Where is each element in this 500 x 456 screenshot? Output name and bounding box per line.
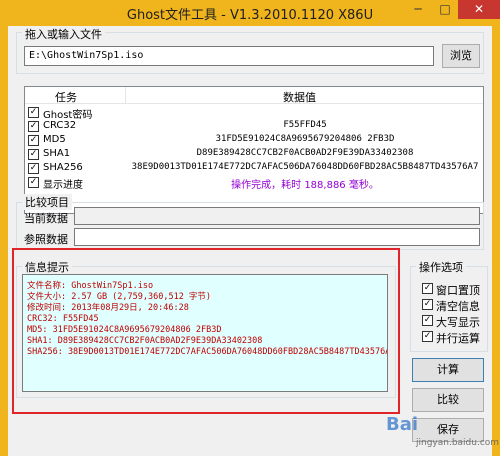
row-value: 31FD5E91024C8A9695679204806 2FB3D bbox=[215, 134, 395, 144]
option-checkbox[interactable]: ✓ bbox=[422, 283, 433, 294]
maximize-button[interactable]: □ bbox=[432, 0, 458, 19]
row-name: MD5 bbox=[43, 134, 66, 145]
row-name: CRC32 bbox=[43, 120, 77, 131]
minimize-button[interactable]: ─ bbox=[404, 0, 432, 19]
watermark-text: jingyan.baidu.com bbox=[416, 438, 500, 448]
row-name: SHA256 bbox=[43, 162, 83, 173]
row-value: D89E389428CC7CB2F0ACB0AD2F9E39DA33402308 bbox=[196, 148, 414, 158]
client-area: 拖入或输入文件 E:\GhostWin7Sp1.iso 浏览 任务 数据值 ✓ … bbox=[8, 26, 492, 456]
option-uppercase[interactable]: ✓ 大写显示 bbox=[422, 314, 492, 329]
browse-button[interactable]: 浏览 bbox=[442, 44, 480, 68]
header-separator bbox=[125, 87, 126, 104]
row-name: SHA1 bbox=[43, 148, 71, 159]
row-checkbox[interactable]: ✓ bbox=[28, 177, 39, 188]
progress-status: 操作完成，耗时 188,886 毫秒。 bbox=[231, 180, 379, 191]
row-checkbox[interactable]: ✓ bbox=[28, 149, 39, 160]
option-label: 窗口置顶 bbox=[436, 284, 480, 297]
table-row[interactable]: ✓ SHA256 38E9D0013TD01E174E772DC7AFAC506… bbox=[25, 162, 483, 176]
table-row[interactable]: ✓ SHA1 D89E389428CC7CB2F0ACB0AD2F9E39DA3… bbox=[25, 148, 483, 162]
option-checkbox[interactable]: ✓ bbox=[422, 331, 433, 342]
option-label: 清空信息 bbox=[436, 300, 480, 313]
table-row[interactable]: ✓ CRC32 F55FFD45 bbox=[25, 120, 483, 134]
title-bar[interactable]: Ghost文件工具 - V1.3.2010.1120 X86U ─ □ ✕ bbox=[0, 0, 500, 26]
file-path-input[interactable]: E:\GhostWin7Sp1.iso bbox=[24, 46, 434, 66]
option-label: 并行运算 bbox=[436, 332, 480, 345]
highlight-frame bbox=[12, 248, 400, 414]
compare-group-label: 比较项目 bbox=[22, 194, 72, 210]
option-parallel[interactable]: ✓ 并行运算 bbox=[422, 330, 492, 345]
option-checkbox[interactable]: ✓ bbox=[422, 315, 433, 326]
row-name: 显示进度 bbox=[43, 180, 83, 191]
row-name: Ghost密码 bbox=[43, 110, 93, 121]
file-group-label: 拖入或输入文件 bbox=[22, 26, 105, 42]
option-stay-on-top[interactable]: ✓ 窗口置顶 bbox=[422, 282, 492, 297]
table-row[interactable]: ✓ 显示进度 操作完成，耗时 188,886 毫秒。 bbox=[25, 176, 483, 191]
option-checkbox[interactable]: ✓ bbox=[422, 299, 433, 310]
baidu-logo: Bai bbox=[386, 414, 419, 435]
table-row[interactable]: ✓ Ghost密码 bbox=[25, 106, 483, 121]
col-value-header: 数据值 bbox=[283, 91, 316, 104]
current-data-field[interactable] bbox=[74, 207, 480, 225]
baidu-watermark: Bai jingyan.baidu.com bbox=[376, 408, 500, 456]
app-window: Ghost文件工具 - V1.3.2010.1120 X86U ─ □ ✕ 拖入… bbox=[0, 0, 500, 456]
option-label: 大写显示 bbox=[436, 316, 480, 329]
current-data-label: 当前数据 bbox=[24, 212, 68, 225]
row-checkbox[interactable]: ✓ bbox=[28, 135, 39, 146]
row-checkbox[interactable]: ✓ bbox=[28, 163, 39, 174]
row-checkbox[interactable]: ✓ bbox=[28, 107, 39, 118]
grid-header: 任务 数据值 bbox=[25, 87, 483, 104]
task-grid: 任务 数据值 ✓ Ghost密码 ✓ CRC32 F55FFD45 ✓ MD5 … bbox=[24, 86, 484, 214]
close-button[interactable]: ✕ bbox=[458, 0, 500, 19]
row-value: 38E9D0013TD01E174E772DC7AFAC506DA76048DD… bbox=[131, 162, 479, 172]
table-row[interactable]: ✓ MD5 31FD5E91024C8A9695679204806 2FB3D bbox=[25, 134, 483, 148]
reference-data-field[interactable] bbox=[74, 228, 480, 246]
row-value: F55FFD45 bbox=[283, 120, 327, 130]
calculate-button[interactable]: 计算 bbox=[412, 358, 484, 382]
col-task-header: 任务 bbox=[55, 91, 77, 104]
reference-data-label: 参照数据 bbox=[24, 233, 68, 246]
option-clear-info[interactable]: ✓ 清空信息 bbox=[422, 298, 492, 313]
options-group-label: 操作选项 bbox=[416, 259, 466, 275]
row-checkbox[interactable]: ✓ bbox=[28, 121, 39, 132]
